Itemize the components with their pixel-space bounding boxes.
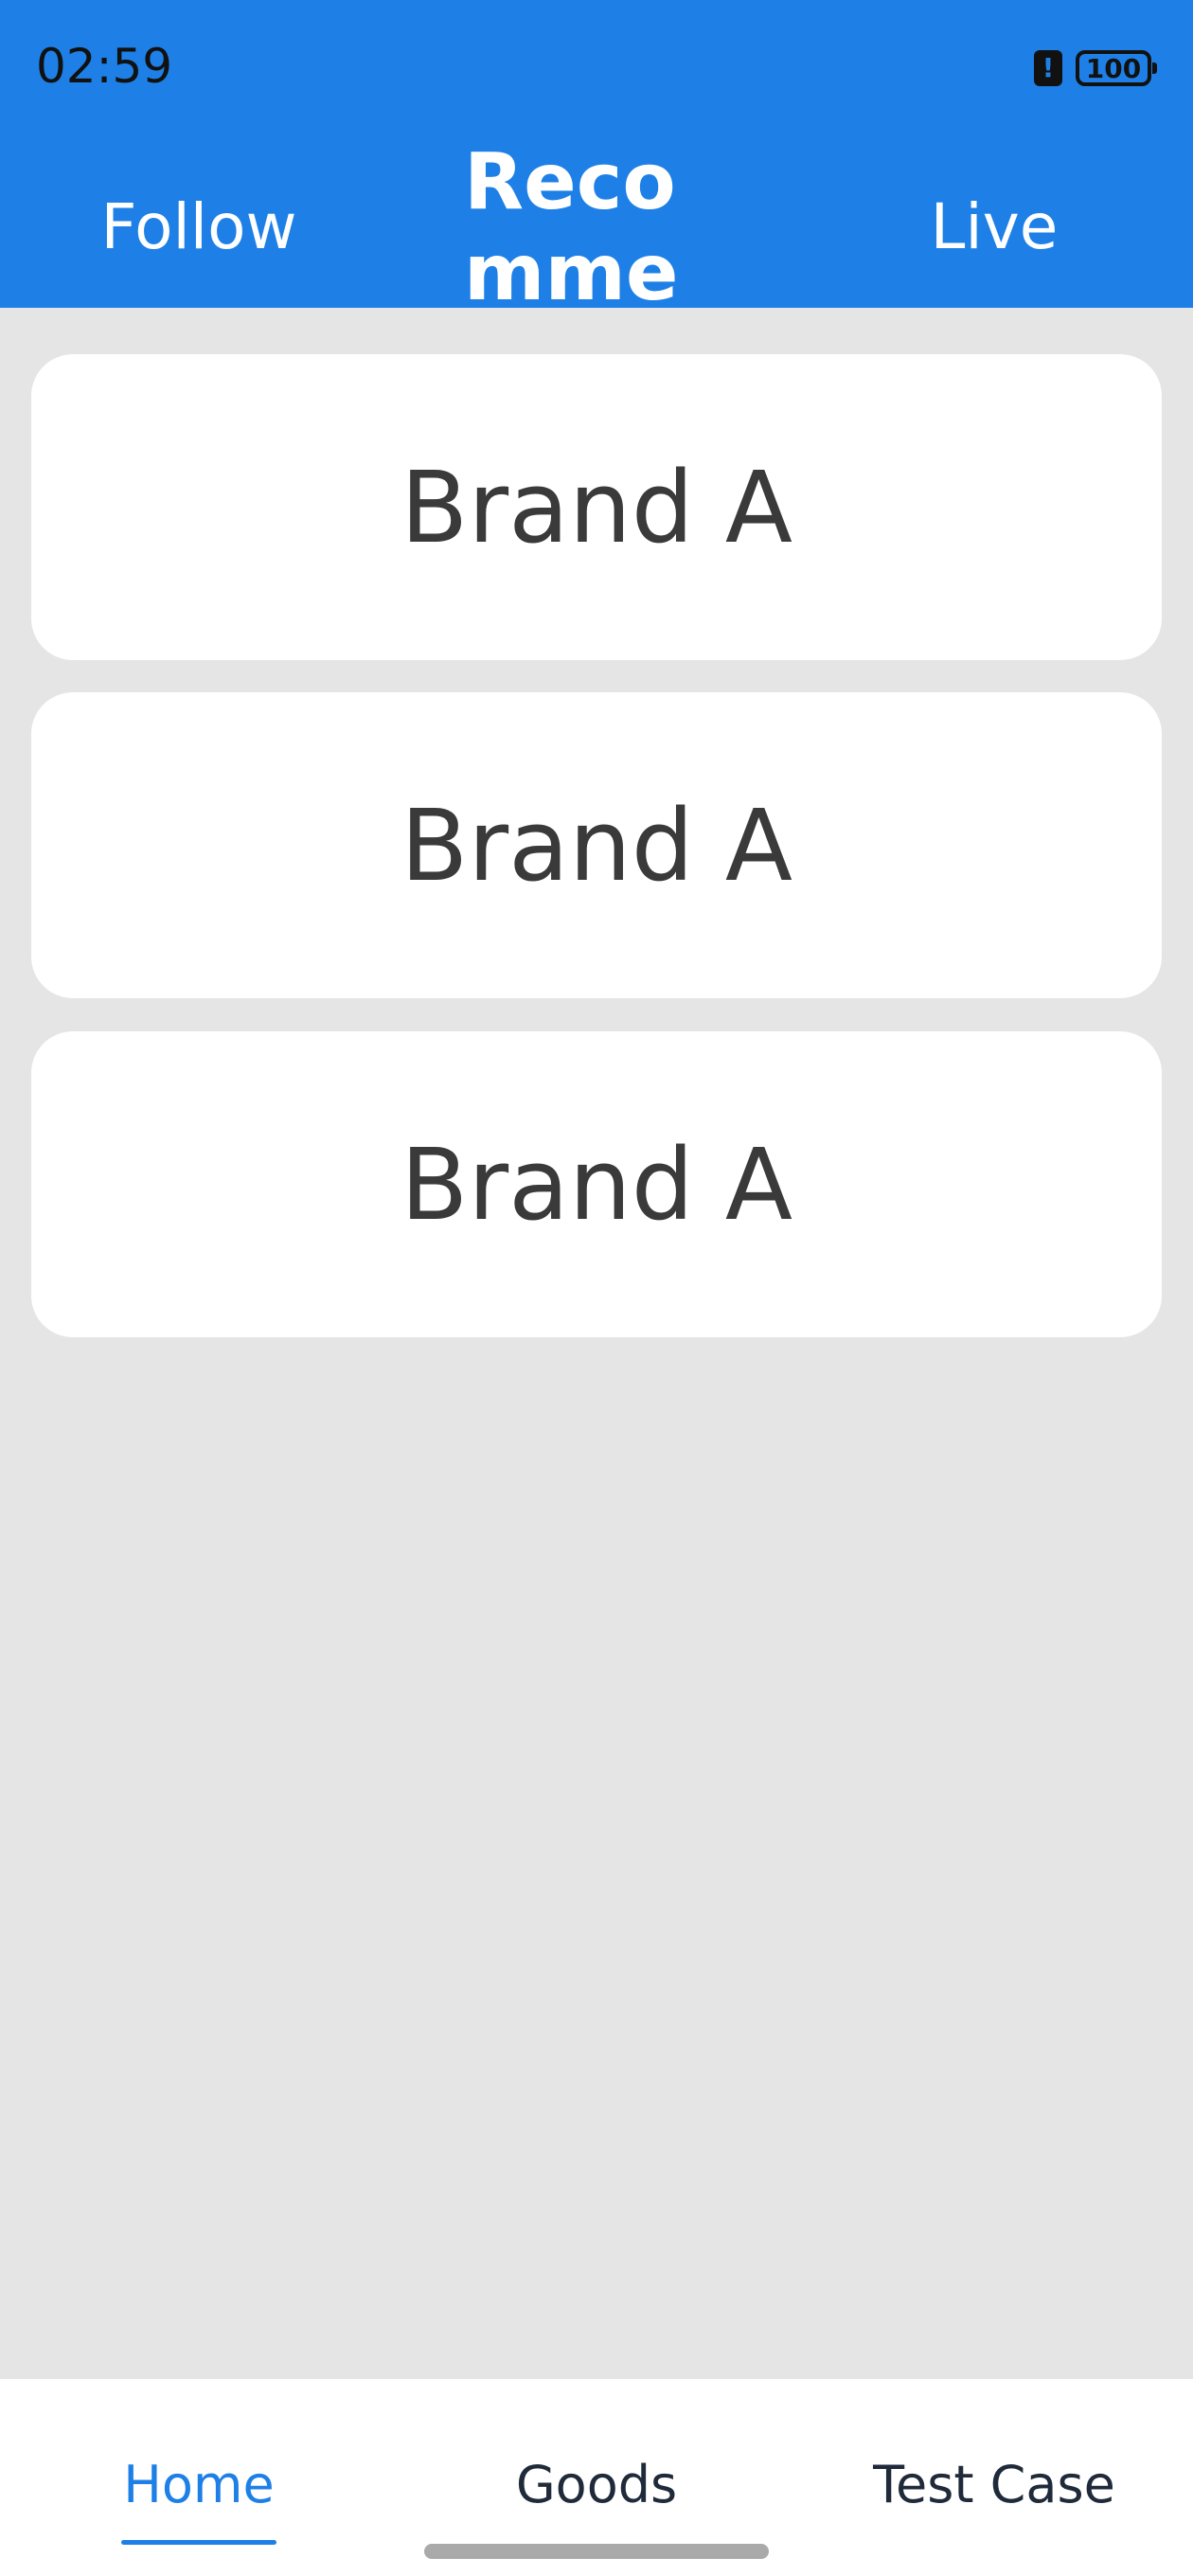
brand-card-label: Brand A (401, 787, 792, 903)
nav-test-case[interactable]: Test Case (805, 2455, 1184, 2515)
nav-home[interactable]: Home (9, 2455, 388, 2515)
battery-alert-icon: ! (1034, 50, 1062, 86)
tab-follow[interactable]: Follow (57, 189, 341, 265)
brand-card[interactable]: Brand A (31, 692, 1162, 998)
battery-icon: 100 (1076, 50, 1157, 86)
home-indicator[interactable] (424, 2544, 769, 2559)
battery-level: 100 (1085, 52, 1142, 84)
brand-card-label: Brand A (401, 1126, 792, 1243)
nav-goods[interactable]: Goods (407, 2455, 786, 2515)
header-bar: 02:59 ! 100 Follow Recommend Live (0, 0, 1193, 308)
brand-card[interactable]: Brand A (31, 354, 1162, 660)
tab-recommend[interactable]: Recommend (464, 137, 729, 308)
brand-card-label: Brand A (401, 449, 792, 565)
active-tab-indicator (121, 2540, 276, 2545)
status-time: 02:59 (36, 39, 173, 94)
tab-live[interactable]: Live (852, 189, 1136, 265)
brand-card[interactable]: Brand A (31, 1031, 1162, 1337)
status-icons: ! 100 (1034, 47, 1157, 89)
